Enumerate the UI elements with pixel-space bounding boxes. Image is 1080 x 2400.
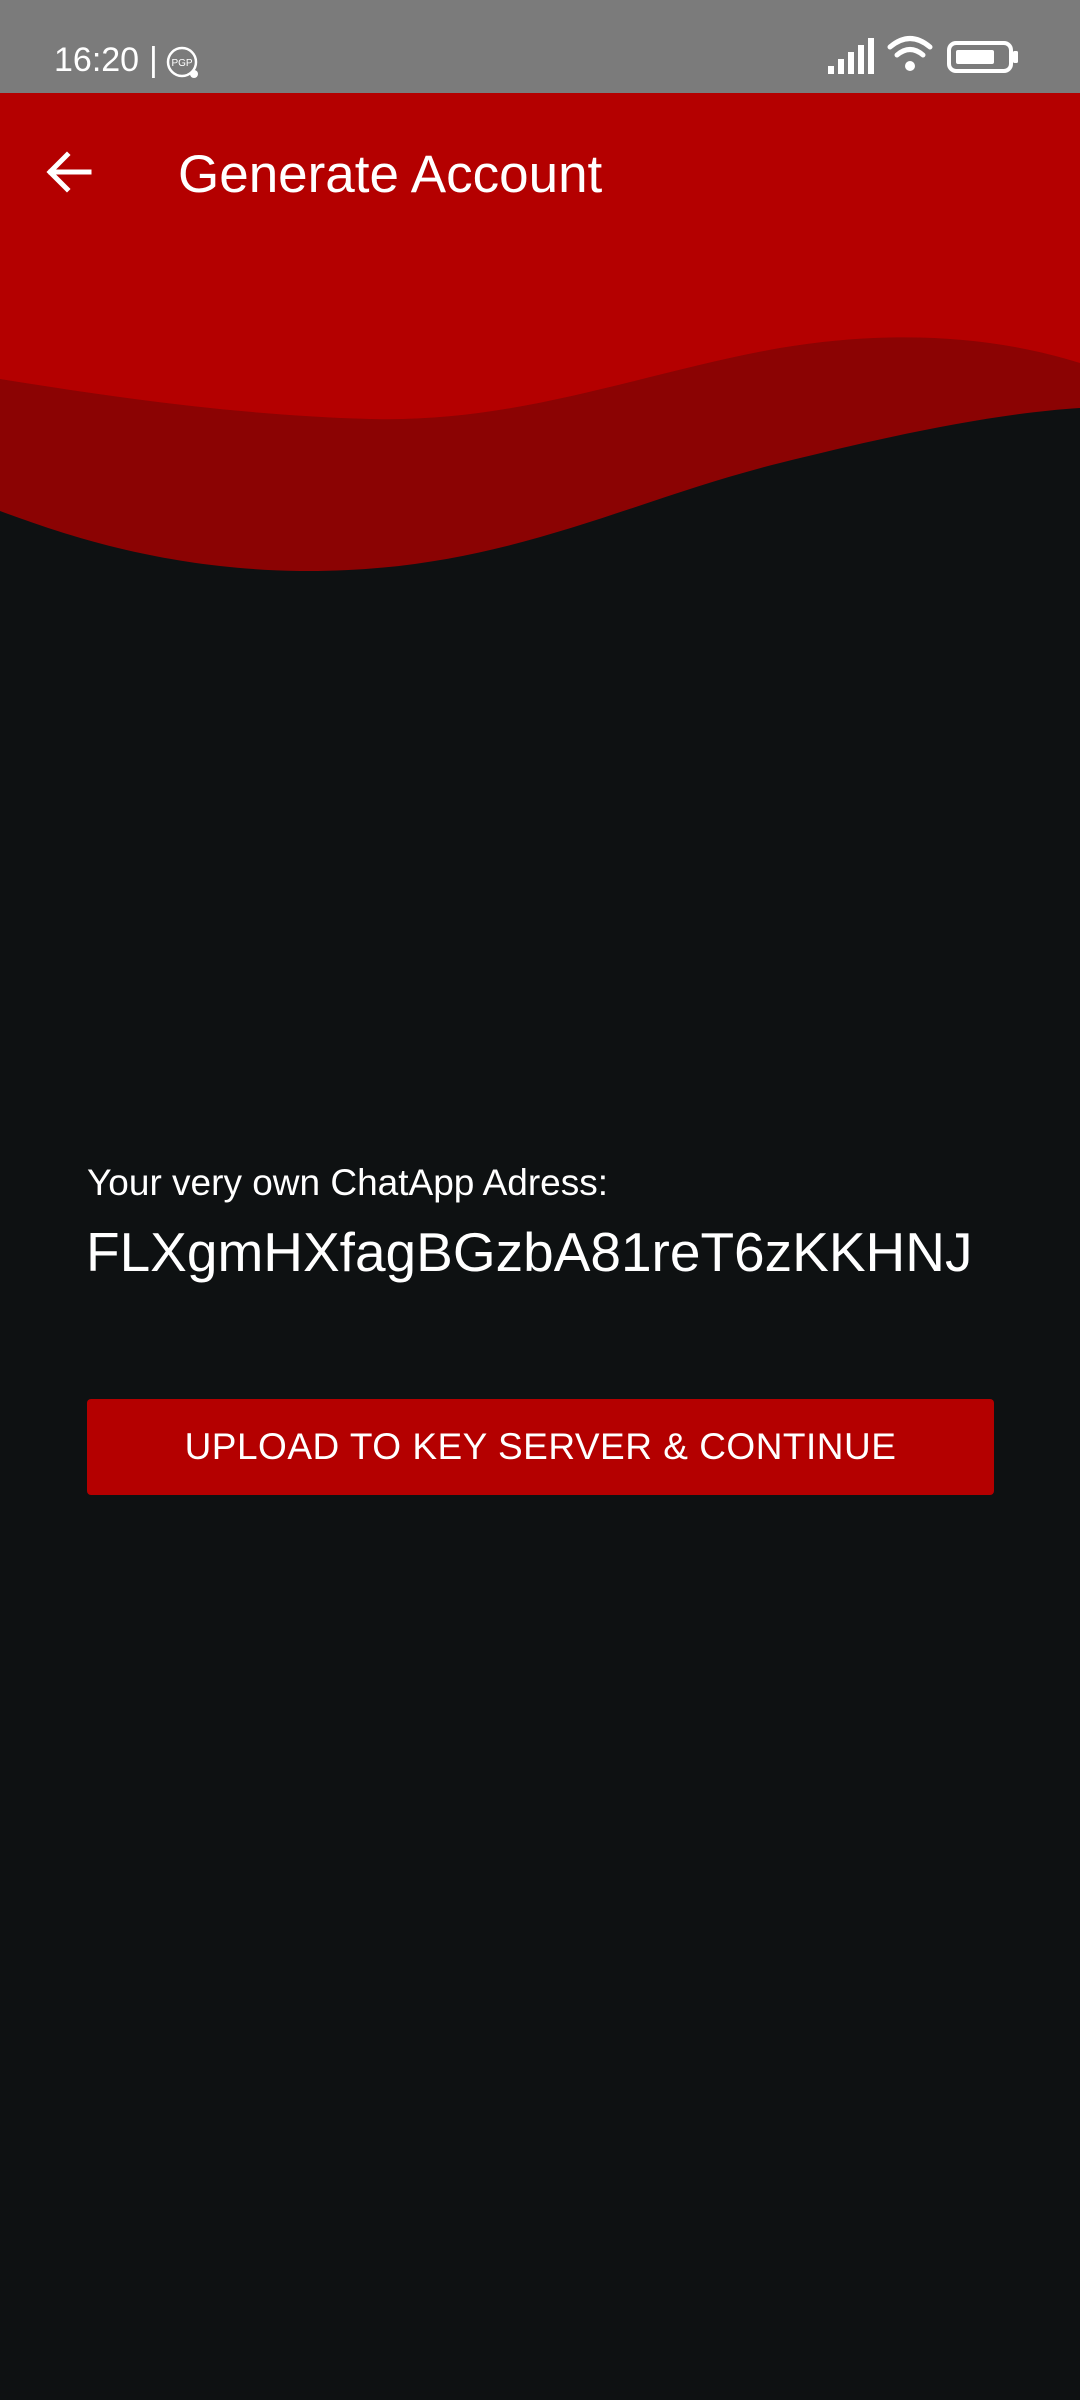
pgp-icon: PGP <box>166 46 198 78</box>
back-button[interactable] <box>28 132 108 212</box>
upload-continue-button[interactable]: UPLOAD TO KEY SERVER & CONTINUE <box>87 1399 994 1495</box>
address-label: Your very own ChatApp Adress: <box>87 1162 609 1203</box>
battery-icon <box>947 41 1018 73</box>
status-bar: 16:20 | PGP <box>0 0 1080 93</box>
screen: 16:20 | PGP Generate Account Your very o… <box>0 0 1080 2400</box>
arrow-left-icon <box>46 151 92 193</box>
page-title: Generate Account <box>178 145 603 204</box>
account-address: FLXgmHXfagBGzbA81reT6zKKHNJ <box>86 1221 973 1283</box>
signal-icon <box>828 38 874 74</box>
status-time: 16:20 <box>54 41 140 79</box>
svg-text:PGP: PGP <box>171 58 192 69</box>
status-separator: | <box>149 41 158 79</box>
wifi-icon <box>887 36 933 71</box>
